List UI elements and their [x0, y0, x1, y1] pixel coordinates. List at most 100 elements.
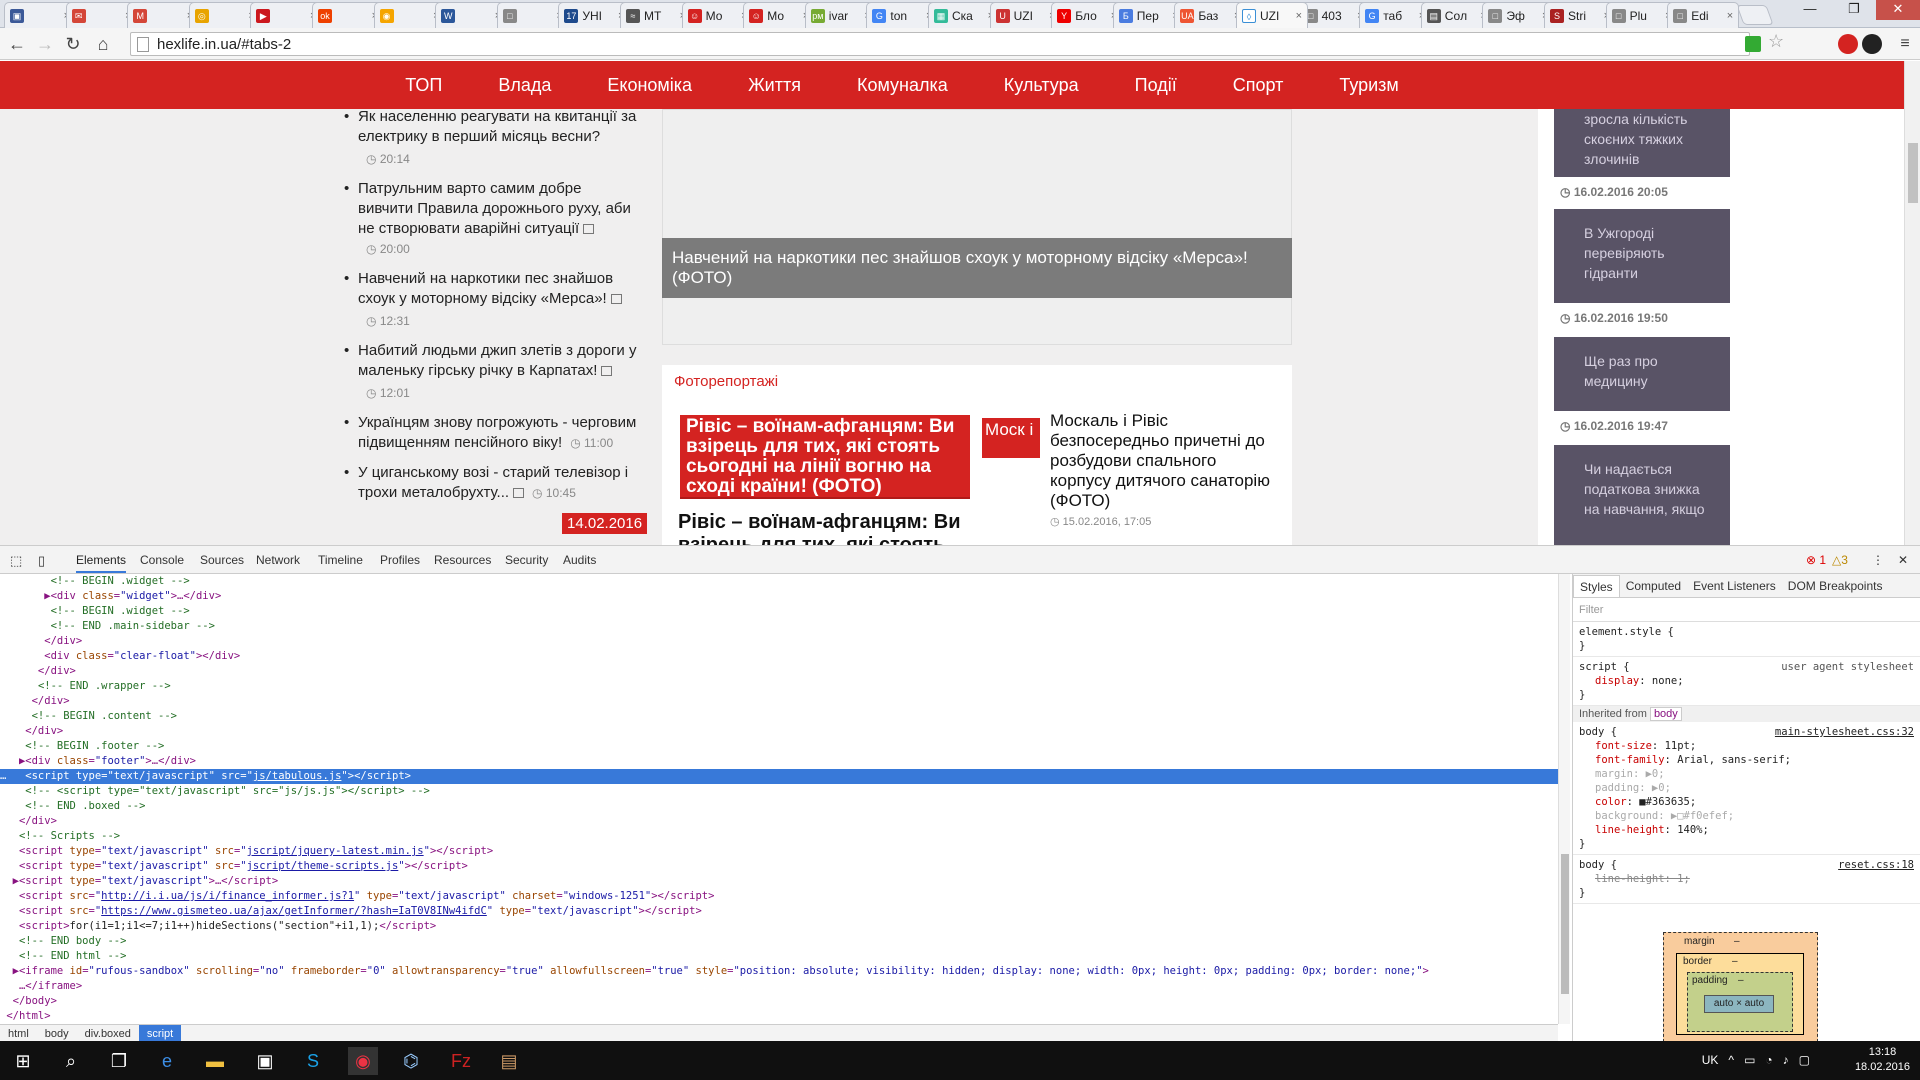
dom-line[interactable]: <!-- END html -->: [0, 949, 1558, 964]
nav-link[interactable]: Економіка: [579, 61, 720, 109]
warning-count[interactable]: △3: [1832, 553, 1848, 567]
error-count[interactable]: ⊗ 1: [1806, 553, 1826, 567]
nav-link[interactable]: Життя: [720, 61, 829, 109]
nav-link[interactable]: Культура: [976, 61, 1107, 109]
dom-line[interactable]: <!-- Scripts -->: [0, 829, 1558, 844]
page-scrollbar[interactable]: [1904, 61, 1920, 545]
skype-icon[interactable]: S: [298, 1047, 328, 1075]
dom-line[interactable]: ▶<div class="footer">…</div>: [0, 754, 1558, 769]
dom-line[interactable]: </div>: [0, 634, 1558, 649]
css-property[interactable]: color: ■#363635;: [1579, 796, 1696, 808]
language-indicator[interactable]: UK: [1702, 1053, 1719, 1067]
chrome-icon[interactable]: ◉: [348, 1047, 378, 1075]
dom-line[interactable]: </div>: [0, 814, 1558, 829]
news-item[interactable]: Патрульним варто самим добре вивчити Пра…: [344, 179, 640, 259]
extension-dark-icon[interactable]: [1862, 34, 1882, 54]
photo-report-title-1[interactable]: Рівіс – воїнам-афганцям: Ви взірець для …: [678, 511, 978, 545]
home-icon[interactable]: ⌂: [90, 32, 116, 56]
clock[interactable]: 13:18 18.02.2016: [1855, 1045, 1910, 1075]
nav-link[interactable]: Події: [1107, 61, 1205, 109]
task-view-icon[interactable]: ❐: [104, 1047, 134, 1075]
news-title[interactable]: Набитий людьми джип злетів з дороги у ма…: [358, 342, 636, 379]
devtools-tab[interactable]: Security: [505, 553, 548, 567]
search-icon[interactable]: ⌕: [56, 1047, 86, 1075]
browser-tab[interactable]: ◊ UZI ×: [1236, 2, 1308, 28]
dom-line[interactable]: <!-- END .main-sidebar -->: [0, 619, 1558, 634]
file-explorer-icon[interactable]: ▬: [200, 1047, 230, 1075]
tab-close-icon[interactable]: ×: [1727, 10, 1733, 22]
nav-link[interactable]: Спорт: [1205, 61, 1312, 109]
devtools-tab[interactable]: Console: [140, 553, 184, 567]
extension-l-icon[interactable]: [1745, 36, 1761, 52]
devtools-tab[interactable]: Resources: [434, 553, 491, 567]
devtools-tab[interactable]: Sources: [200, 553, 244, 567]
menu-icon[interactable]: ≡: [1892, 32, 1918, 56]
photo-report-image-2[interactable]: Моск і: [982, 418, 1040, 458]
devtools-tab[interactable]: Audits: [563, 553, 596, 567]
dom-line[interactable]: <div class="clear-float"></div>: [0, 649, 1558, 664]
css-property[interactable]: line-height: 140%;: [1579, 824, 1709, 836]
news-item[interactable]: Набитий людьми джип злетів з дороги у ма…: [344, 341, 640, 403]
bookmark-star-icon[interactable]: ☆: [1768, 31, 1788, 51]
news-item[interactable]: У циганському возі - старий телевізор і …: [344, 463, 640, 503]
inspect-icon[interactable]: ⬚: [10, 553, 22, 569]
css-property[interactable]: padding: ▶0;: [1579, 782, 1671, 794]
dom-line[interactable]: <!-- BEGIN .widget -->: [0, 604, 1558, 619]
body-rule[interactable]: body {main-stylesheet.css:32 font-size: …: [1573, 722, 1920, 855]
tab-close-icon[interactable]: ×: [1296, 10, 1302, 22]
dom-line[interactable]: …</iframe>: [0, 979, 1558, 994]
devtools-tab[interactable]: Elements: [76, 553, 127, 573]
feature-caption[interactable]: Навчений на наркотики пес знайшов схоук …: [662, 238, 1292, 298]
dom-line[interactable]: <!-- <script type="text/javascript" src=…: [0, 784, 1558, 799]
styles-tab[interactable]: Styles: [1573, 574, 1620, 597]
dom-line[interactable]: <script src="https://www.gismeteo.ua/aja…: [0, 904, 1558, 919]
filezilla-icon[interactable]: Fz: [446, 1047, 476, 1075]
dom-line[interactable]: <script>for(i1=1;i1<=7;i1++)hideSections…: [0, 919, 1558, 934]
styles-tab[interactable]: Computed: [1620, 579, 1687, 593]
maximize-button[interactable]: ❐: [1832, 0, 1876, 20]
news-title[interactable]: Навчений на наркотики пес знайшов схоук …: [358, 270, 613, 307]
feature-image[interactable]: [662, 109, 1292, 345]
devtools-tab[interactable]: Network: [256, 553, 300, 567]
forward-arrow-icon[interactable]: →: [32, 32, 58, 56]
photo-report-image-1[interactable]: Рівіс – воїнам-афганцям: Ви взірець для …: [680, 415, 970, 499]
nav-link[interactable]: Комуналка: [829, 61, 976, 109]
network-app-icon[interactable]: ⌬: [396, 1047, 426, 1075]
dom-line[interactable]: </div>: [0, 694, 1558, 709]
dom-line-selected[interactable]: … <script type="text/javascript" src="js…: [0, 769, 1558, 784]
notifications-icon[interactable]: ▢: [1799, 1053, 1810, 1067]
source-link[interactable]: main-stylesheet.css:32: [1775, 725, 1914, 739]
breadcrumb-item[interactable]: script: [138, 1024, 182, 1043]
news-item[interactable]: Навчений на наркотики пес знайшов схоук …: [344, 269, 640, 331]
new-tab-button[interactable]: [1736, 5, 1774, 25]
breadcrumb-item[interactable]: html: [0, 1028, 37, 1040]
css-property[interactable]: margin: ▶0;: [1579, 768, 1665, 780]
address-bar[interactable]: hexlife.in.ua/#tabs-2: [130, 32, 1750, 56]
elements-scrollbar-thumb[interactable]: [1561, 854, 1569, 994]
dom-line[interactable]: <!-- BEGIN .content -->: [0, 709, 1558, 724]
close-window-button[interactable]: ✕: [1876, 0, 1920, 20]
dom-line[interactable]: <script src="http://i.i.ua/js/i/finance_…: [0, 889, 1558, 904]
dom-line[interactable]: <!-- BEGIN .footer -->: [0, 739, 1558, 754]
edge-icon[interactable]: e: [152, 1047, 182, 1075]
dom-line[interactable]: </html>: [0, 1009, 1558, 1024]
store-icon[interactable]: ▣: [250, 1047, 280, 1075]
dom-line[interactable]: <!-- END .wrapper -->: [0, 679, 1558, 694]
wifi-icon[interactable]: ◔: [1765, 1053, 1772, 1067]
nav-link[interactable]: Влада: [470, 61, 579, 109]
dom-line[interactable]: </div>: [0, 664, 1558, 679]
devtools-close-icon[interactable]: ✕: [1898, 553, 1908, 567]
dom-line[interactable]: <script type="text/javascript" src="jscr…: [0, 859, 1558, 874]
styles-filter-input[interactable]: Filter: [1573, 598, 1920, 622]
browser-tab[interactable]: □ Edi ×: [1667, 2, 1740, 28]
page-scrollbar-thumb[interactable]: [1908, 143, 1918, 203]
minimize-button[interactable]: —: [1788, 0, 1832, 20]
dom-line[interactable]: </body>: [0, 994, 1558, 1009]
element-style-rule[interactable]: element.style {}: [1573, 622, 1920, 657]
extension-red-icon[interactable]: [1838, 34, 1858, 54]
css-property[interactable]: background: ▶□#f0efef;: [1579, 810, 1734, 822]
dom-line[interactable]: </div>: [0, 724, 1558, 739]
news-item[interactable]: Українцям знову погрожують - черговим пі…: [344, 413, 640, 453]
volume-icon[interactable]: ♪: [1783, 1053, 1789, 1067]
news-item[interactable]: Як населенню реагувати на квитанції за е…: [344, 109, 640, 169]
